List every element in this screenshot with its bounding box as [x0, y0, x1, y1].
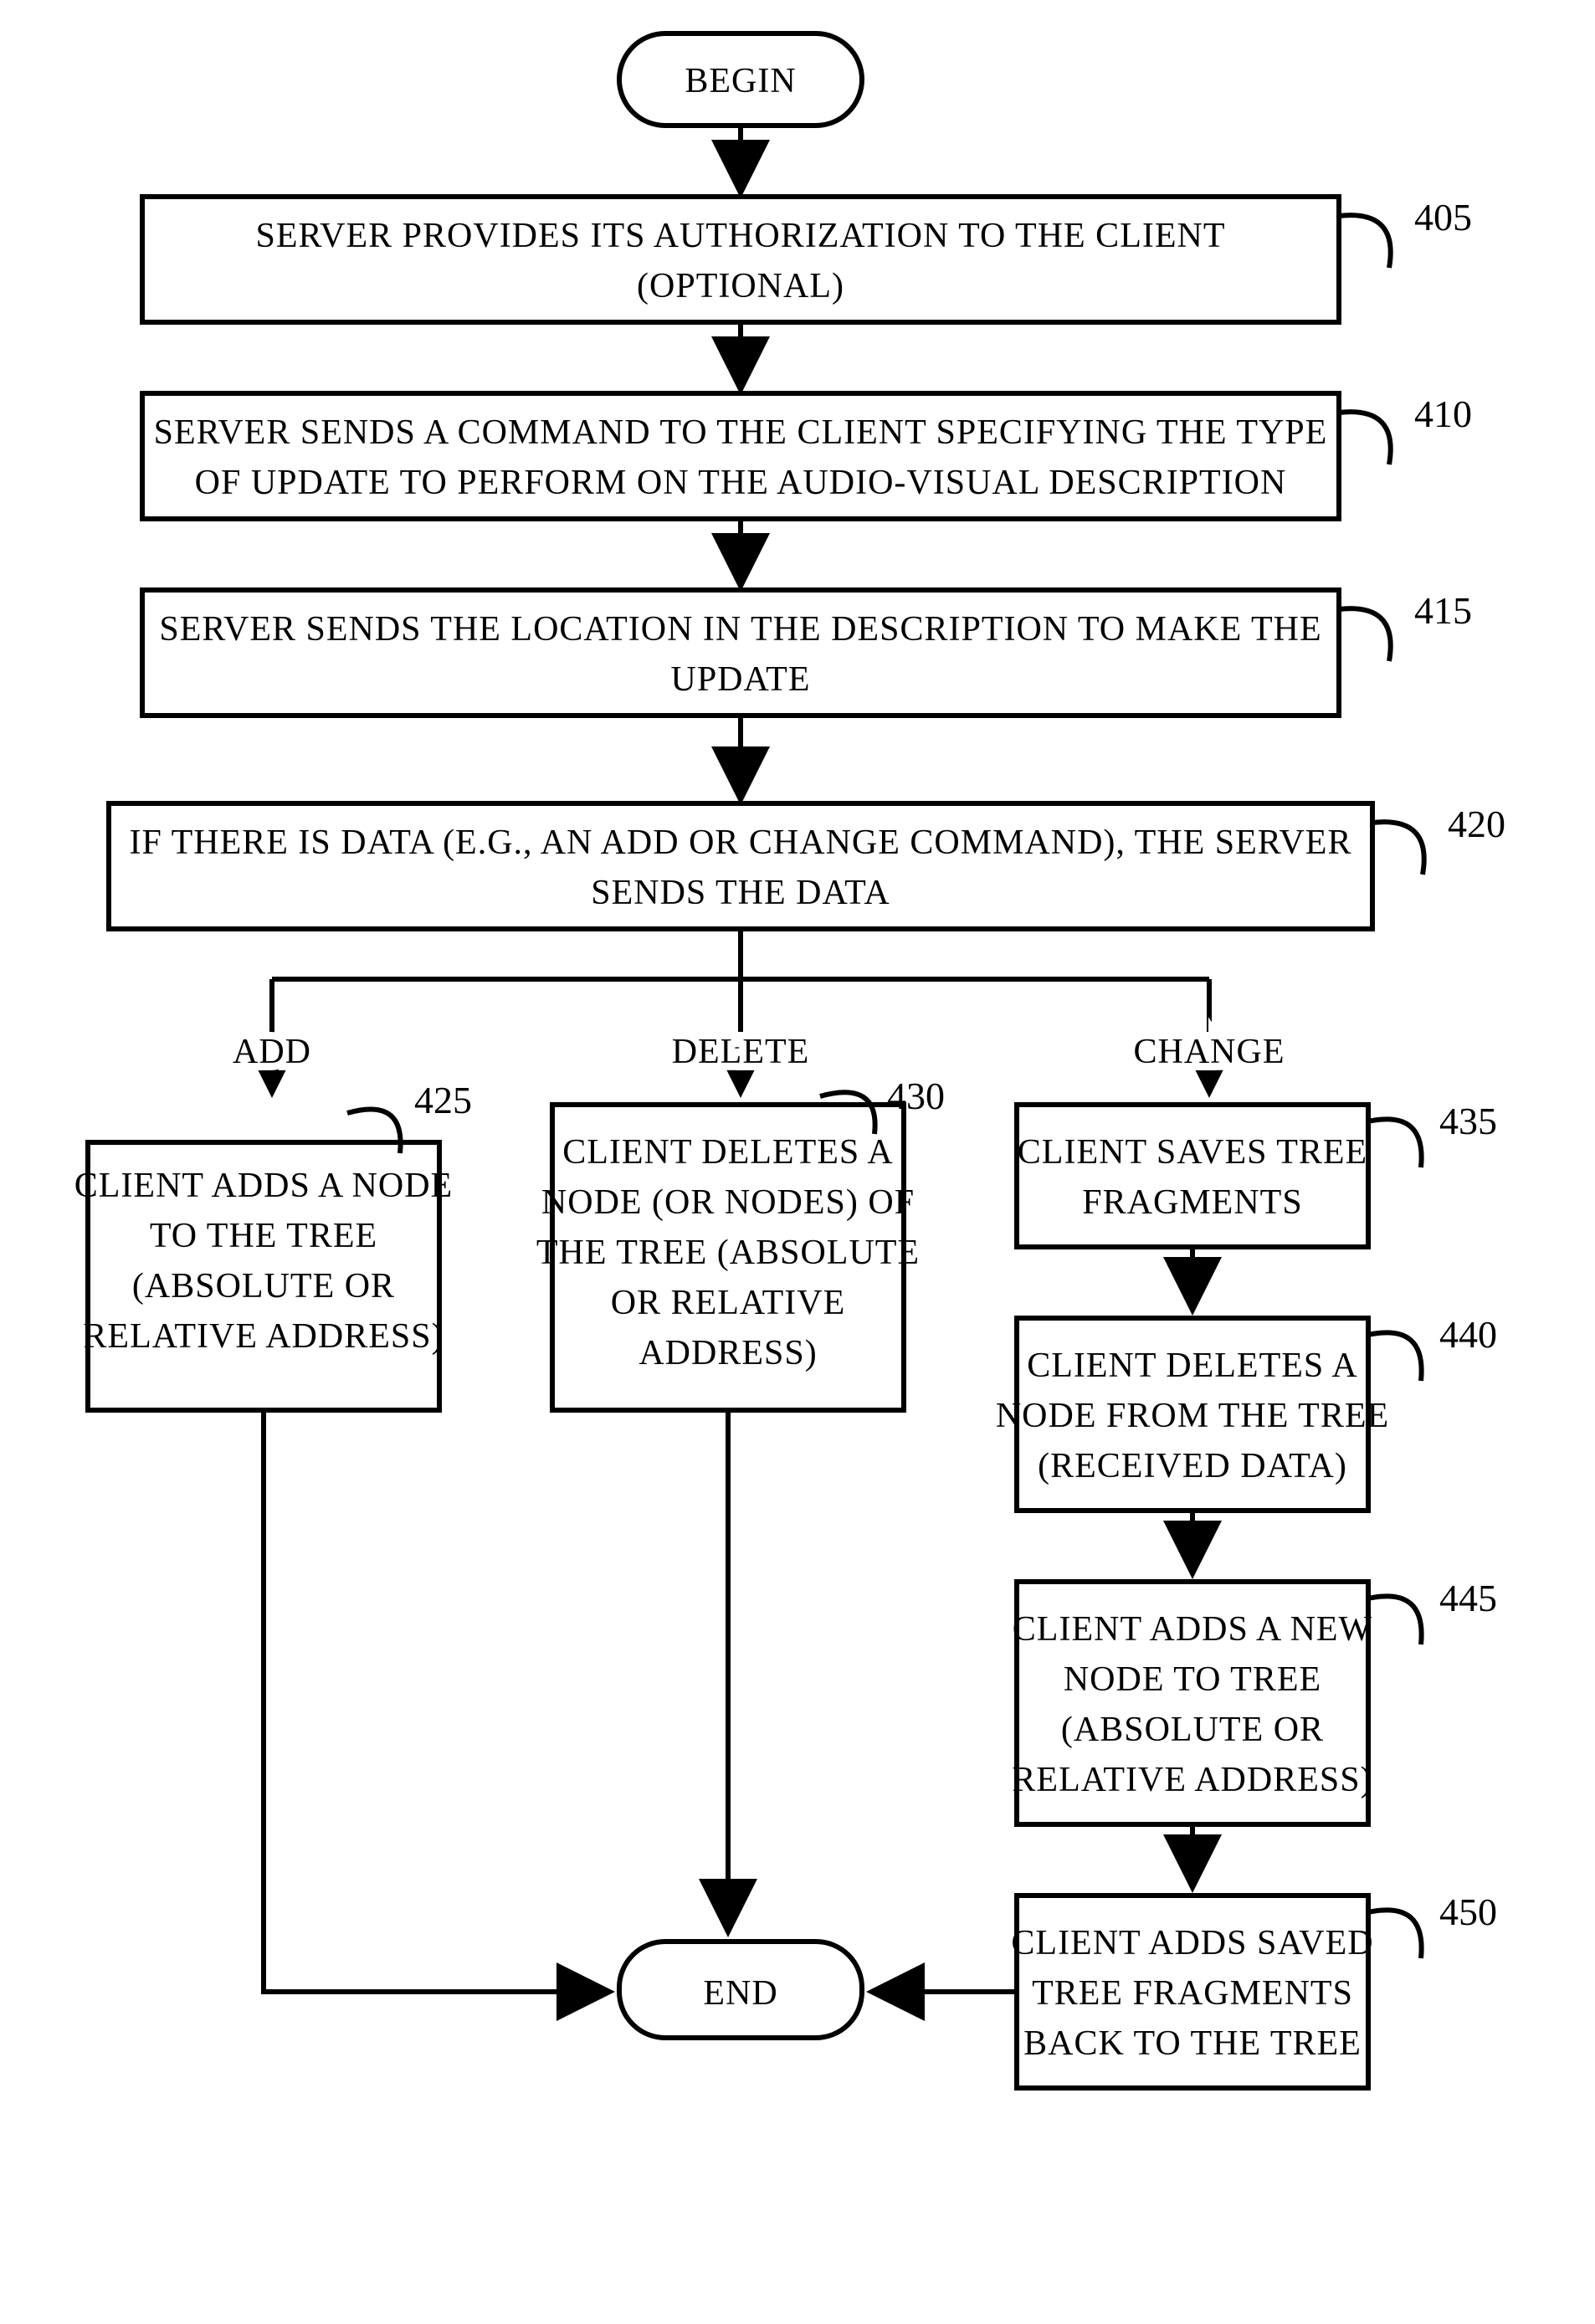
step-420-line1: IF THERE IS DATA (E.G., AN ADD OR CHANGE… [130, 823, 1352, 862]
step-445-num: 445 [1439, 1577, 1497, 1619]
step-430-line2: NODE (OR NODES) OF [541, 1183, 915, 1222]
step-440-line3: (RECEIVED DATA) [1038, 1447, 1347, 1485]
step-450-line3: BACK TO THE TREE [1023, 2024, 1362, 2063]
step-435-line1: CLIENT SAVES TREE [1018, 1133, 1367, 1172]
step-405-line2: (OPTIONAL) [637, 267, 844, 305]
terminal-end-label: END [703, 1974, 777, 2013]
step-415-line2: UPDATE [670, 660, 810, 699]
ref-curve [1339, 608, 1391, 661]
step-450-num: 450 [1439, 1890, 1497, 1933]
terminal-begin: BEGIN [619, 33, 862, 126]
step-450-line1: CLIENT ADDS SAVED [1011, 1924, 1373, 1962]
step-425-line1: CLIENT ADDS A NODE [74, 1167, 453, 1205]
terminal-begin-label: BEGIN [685, 62, 796, 100]
step-425-line3: (ABSOLUTE OR [132, 1267, 395, 1306]
step-425: CLIENT ADDS A NODE TO THE TREE (ABSOLUTE… [74, 1079, 472, 1410]
step-410-line2: OF UPDATE TO PERFORM ON THE AUDIO-VISUAL… [195, 464, 1287, 502]
ref-curve [1339, 215, 1391, 268]
ref-curve [1368, 1332, 1422, 1381]
step-450: CLIENT ADDS SAVED TREE FRAGMENTS BACK TO… [1011, 1890, 1497, 2088]
flow-arrow [264, 1410, 609, 1992]
step-420-line2: SENDS THE DATA [591, 874, 890, 912]
step-415-line1: SERVER SENDS THE LOCATION IN THE DESCRIP… [159, 610, 1321, 649]
branch-label-add: ADD [233, 1033, 311, 1071]
step-420: IF THERE IS DATA (E.G., AN ADD OR CHANGE… [109, 803, 1505, 929]
step-445: CLIENT ADDS A NEW NODE TO TREE (ABSOLUTE… [1012, 1577, 1497, 1824]
branch-label-delete: DELETE [672, 1033, 810, 1071]
step-445-line3: (ABSOLUTE OR [1061, 1711, 1324, 1749]
step-440-line2: NODE FROM THE TREE [996, 1397, 1389, 1435]
step-405-line1: SERVER PROVIDES ITS AUTHORIZATION TO THE… [256, 217, 1226, 255]
terminal-end: END [619, 1942, 862, 2038]
step-430-line1: CLIENT DELETES A [562, 1133, 894, 1172]
flowchart-diagram: BEGIN SERVER PROVIDES ITS AUTHORIZATION … [0, 0, 1595, 2324]
ref-curve [1368, 1596, 1422, 1644]
step-405: SERVER PROVIDES ITS AUTHORIZATION TO THE… [142, 196, 1472, 322]
step-430: CLIENT DELETES A NODE (OR NODES) OF THE … [536, 1075, 945, 1410]
step-435: CLIENT SAVES TREE FRAGMENTS 435 [1017, 1100, 1497, 1247]
step-435-num: 435 [1439, 1100, 1497, 1142]
step-410: SERVER SENDS A COMMAND TO THE CLIENT SPE… [142, 392, 1472, 519]
step-430-num: 430 [887, 1075, 945, 1117]
step-450-line2: TREE FRAGMENTS [1032, 1974, 1353, 2013]
step-415: SERVER SENDS THE LOCATION IN THE DESCRIP… [142, 589, 1472, 716]
ref-curve [1368, 1119, 1422, 1167]
step-405-num: 405 [1414, 196, 1472, 239]
step-435-line2: FRAGMENTS [1082, 1183, 1302, 1222]
step-430-line4: OR RELATIVE [611, 1284, 845, 1322]
step-430-line3: THE TREE (ABSOLUTE [536, 1234, 920, 1272]
ref-curve [1368, 1910, 1422, 1958]
step-430-line5: ADDRESS) [639, 1334, 817, 1372]
step-410-line1: SERVER SENDS A COMMAND TO THE CLIENT SPE… [154, 413, 1328, 452]
step-425-num: 425 [414, 1079, 472, 1121]
step-425-line2: TO THE TREE [150, 1217, 377, 1255]
step-420-num: 420 [1448, 803, 1505, 845]
step-440: CLIENT DELETES A NODE FROM THE TREE (REC… [996, 1313, 1497, 1511]
step-415-num: 415 [1414, 589, 1472, 632]
branch-label-change: CHANGE [1134, 1033, 1285, 1071]
step-425-line4: RELATIVE ADDRESS) [83, 1317, 444, 1356]
step-445-line2: NODE TO TREE [1064, 1660, 1321, 1699]
step-445-line1: CLIENT ADDS A NEW [1013, 1610, 1372, 1649]
ref-curve [1339, 412, 1391, 464]
step-410-num: 410 [1414, 392, 1472, 435]
step-445-line4: RELATIVE ADDRESS) [1012, 1761, 1372, 1799]
step-440-num: 440 [1439, 1313, 1497, 1356]
ref-curve [1372, 822, 1424, 875]
step-440-line1: CLIENT DELETES A [1027, 1347, 1358, 1385]
